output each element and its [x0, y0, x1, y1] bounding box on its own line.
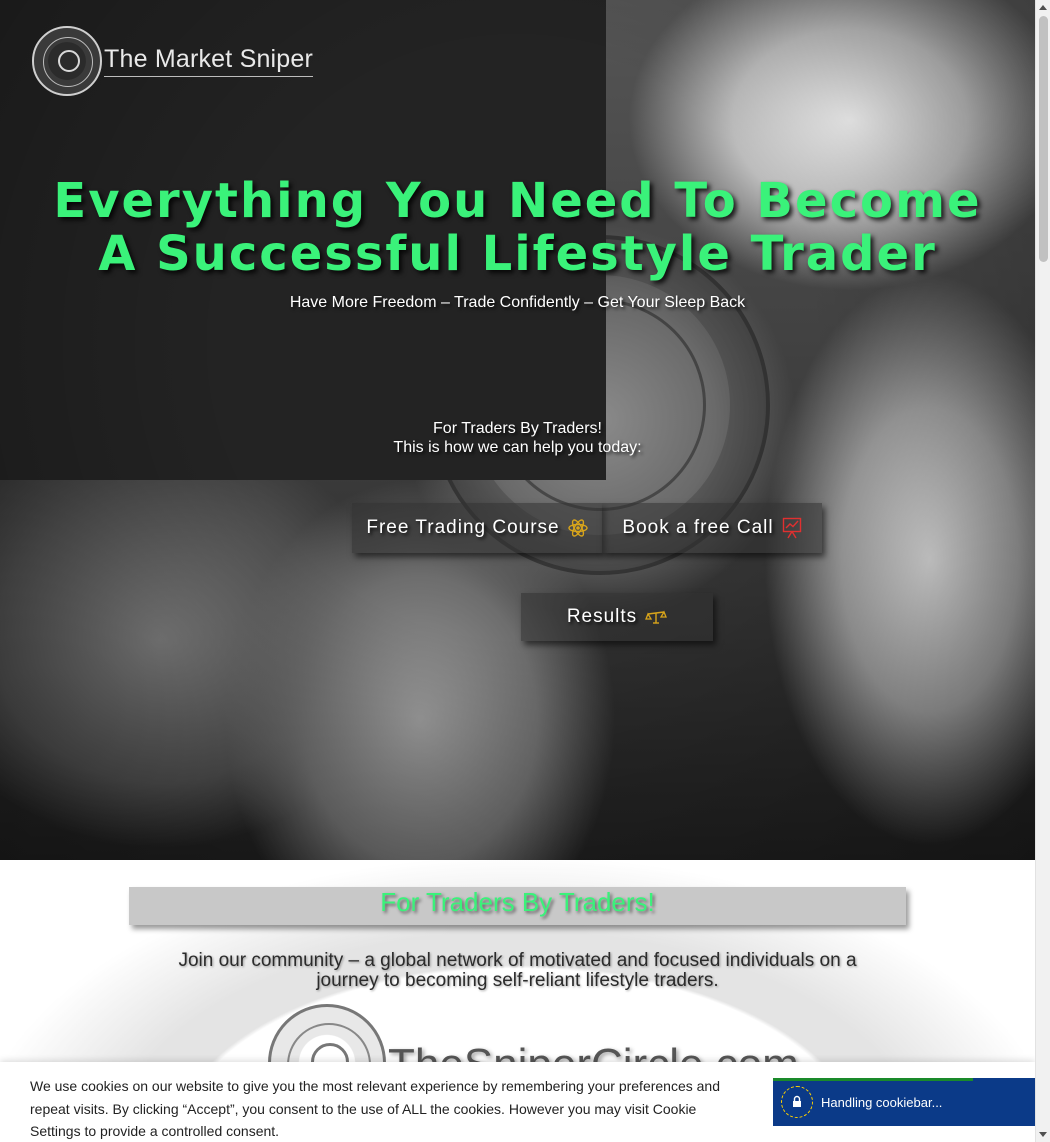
- cookie-consent-bar: We use cookies on our website to give yo…: [0, 1062, 1035, 1142]
- presentation-chart-icon: [782, 517, 802, 539]
- community-description: Join our community – a global network of…: [178, 950, 857, 991]
- free-trading-course-button[interactable]: Free Trading Course: [352, 503, 602, 553]
- book-free-call-label: Book a free Call: [622, 517, 774, 538]
- scroll-up-arrow-icon[interactable]: [1039, 5, 1047, 10]
- page-scrollbar[interactable]: [1035, 0, 1050, 1142]
- balance-scale-icon: [645, 609, 668, 625]
- atom-icon: [567, 518, 588, 538]
- hero-lead-line2: This is how we can help you today:: [393, 439, 642, 456]
- scroll-down-arrow-icon[interactable]: [1039, 1132, 1047, 1137]
- hero-lead: For Traders By Traders! This is how we c…: [0, 419, 1035, 457]
- cookie-widget-text: Handling cookiebar...: [821, 1094, 943, 1110]
- hero-section: The Market Sniper Everything You Need To…: [0, 0, 1035, 860]
- site-logo[interactable]: The Market Sniper: [32, 26, 314, 96]
- cookie-message: We use cookies on our website to give yo…: [30, 1078, 720, 1139]
- logo-text: The Market Sniper: [104, 45, 314, 77]
- community-banner: For Traders By Traders!: [129, 887, 906, 925]
- results-label: Results: [566, 606, 638, 627]
- book-free-call-button[interactable]: Book a free Call: [602, 503, 822, 553]
- cookie-handling-widget[interactable]: Handling cookiebar...: [773, 1078, 1035, 1126]
- scroll-thumb[interactable]: [1039, 16, 1048, 262]
- hero-lead-line1: For Traders By Traders!: [433, 420, 602, 437]
- results-button[interactable]: Results: [521, 593, 713, 641]
- free-trading-course-label: Free Trading Course: [366, 517, 560, 538]
- hero-title: Everything You Need To Become A Successf…: [53, 173, 982, 282]
- hero-subtitle: Have More Freedom – Trade Confidently – …: [289, 294, 746, 311]
- eu-lock-icon: [781, 1086, 813, 1118]
- logo-seal-icon: [32, 26, 102, 96]
- cookie-progress-bar: [773, 1078, 973, 1081]
